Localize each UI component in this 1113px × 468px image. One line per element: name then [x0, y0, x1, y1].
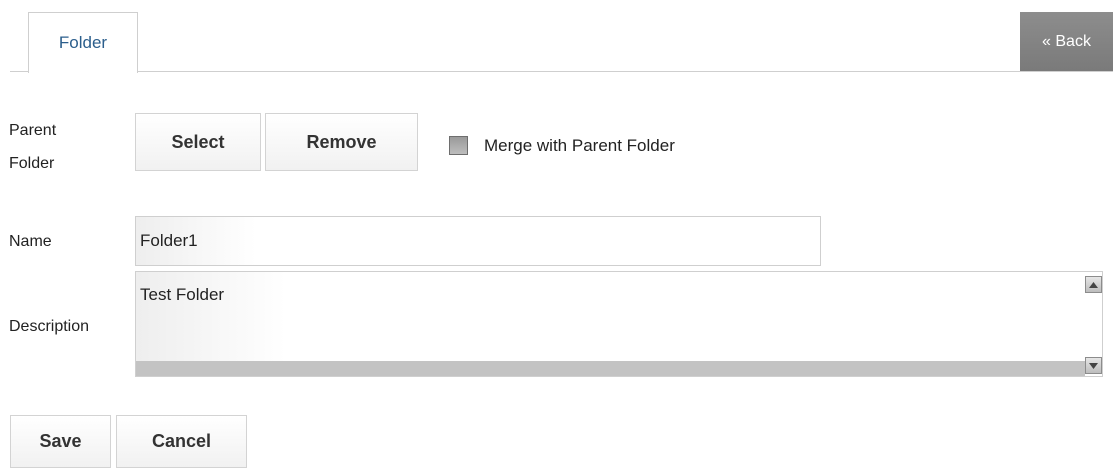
parent-folder-label-line2: Folder: [9, 155, 55, 172]
cancel-button[interactable]: Cancel: [116, 415, 247, 468]
name-label: Name: [9, 233, 52, 250]
horizontal-scrollbar[interactable]: [136, 361, 1086, 376]
select-button[interactable]: Select: [135, 113, 261, 171]
description-label: Description: [9, 318, 90, 335]
folder-editor: Folder « Back Parent Folder Select Remov…: [0, 0, 1113, 468]
arrow-down-icon[interactable]: [1085, 357, 1102, 374]
parent-folder-label: Parent Folder: [9, 118, 56, 176]
save-button-label: Save: [39, 431, 82, 451]
back-button[interactable]: « Back: [1020, 12, 1113, 71]
description-field[interactable]: Test Folder: [135, 271, 1103, 377]
tab-folder[interactable]: Folder: [28, 12, 138, 74]
description-textarea[interactable]: Test Folder: [136, 272, 1086, 362]
select-button-label: Select: [171, 131, 225, 152]
name-input[interactable]: [135, 216, 821, 266]
remove-button-label: Remove: [306, 131, 377, 152]
save-button[interactable]: Save: [10, 415, 111, 468]
back-button-label: « Back: [1042, 32, 1091, 50]
arrow-up-icon[interactable]: [1085, 276, 1102, 293]
parent-folder-label-line1: Parent: [9, 122, 57, 139]
merge-with-parent-label: Merge with Parent Folder: [484, 136, 675, 155]
tab-folder-label: Folder: [58, 33, 108, 52]
merge-with-parent-checkbox[interactable]: [449, 136, 468, 155]
tab-divider: [10, 71, 1113, 72]
vertical-scrollbar[interactable]: [1085, 272, 1102, 376]
remove-button[interactable]: Remove: [265, 113, 418, 171]
cancel-button-label: Cancel: [151, 431, 212, 451]
